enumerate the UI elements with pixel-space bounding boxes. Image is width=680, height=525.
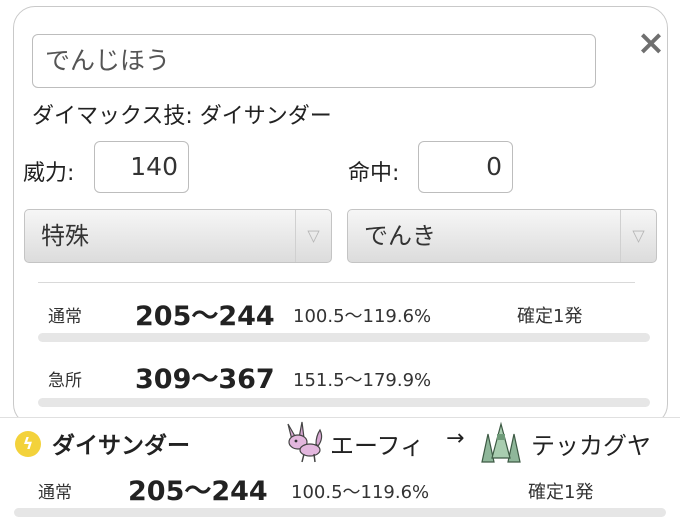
type-select[interactable]: でんき ▽ xyxy=(347,209,657,263)
defender-name: テッカグヤ xyxy=(531,432,651,460)
result-label-normal: 通常 xyxy=(48,307,82,327)
summary-label: 通常 xyxy=(38,483,72,503)
move-name-input[interactable]: でんじほう xyxy=(32,34,596,88)
divider xyxy=(38,282,635,283)
result-percent-normal: 100.5〜119.6% xyxy=(293,306,432,327)
power-input[interactable]: 140 xyxy=(94,141,189,193)
power-label: 威力: xyxy=(23,161,75,186)
summary-bar xyxy=(14,508,666,517)
electric-type-icon: ϟ xyxy=(15,431,41,457)
accuracy-label: 命中: xyxy=(348,161,400,186)
chevron-down-icon: ▽ xyxy=(295,210,331,262)
category-select-value: 特殊 xyxy=(41,222,89,250)
accuracy-input[interactable]: 0 xyxy=(418,141,513,193)
result-percent-critical: 151.5〜179.9% xyxy=(293,370,432,391)
dmax-move-name: ダイサンダー xyxy=(199,104,332,129)
close-icon[interactable]: × xyxy=(636,26,666,60)
result-range-critical: 309〜367 xyxy=(135,364,275,395)
category-select[interactable]: 特殊 ▽ xyxy=(24,209,332,263)
espeon-sprite-icon xyxy=(287,421,323,463)
dmax-move-line: ダイマックス技: ダイサンダー xyxy=(32,98,332,130)
type-select-value: でんき xyxy=(364,222,436,250)
celesteela-sprite-icon xyxy=(481,421,521,463)
summary-ko: 確定1発 xyxy=(528,482,594,503)
summary-percent: 100.5〜119.6% xyxy=(291,482,430,503)
arrow-right-icon: → xyxy=(446,426,465,451)
chevron-down-icon: ▽ xyxy=(620,210,656,262)
dmax-label: ダイマックス技: xyxy=(32,104,193,129)
summary-range: 205〜244 xyxy=(128,476,268,507)
result-label-critical: 急所 xyxy=(48,371,82,391)
result-bar-normal xyxy=(38,333,650,342)
attacker-name: エーフィ xyxy=(330,432,425,460)
result-range-normal: 205〜244 xyxy=(135,301,275,332)
damage-summary: ϟ ダイサンダー エーフィ → テッカグヤ 通常 205〜244 100.5〜1… xyxy=(0,417,680,525)
summary-move-name: ダイサンダー xyxy=(52,433,190,459)
result-ko-normal: 確定1発 xyxy=(517,306,583,327)
result-bar-critical xyxy=(38,398,650,407)
